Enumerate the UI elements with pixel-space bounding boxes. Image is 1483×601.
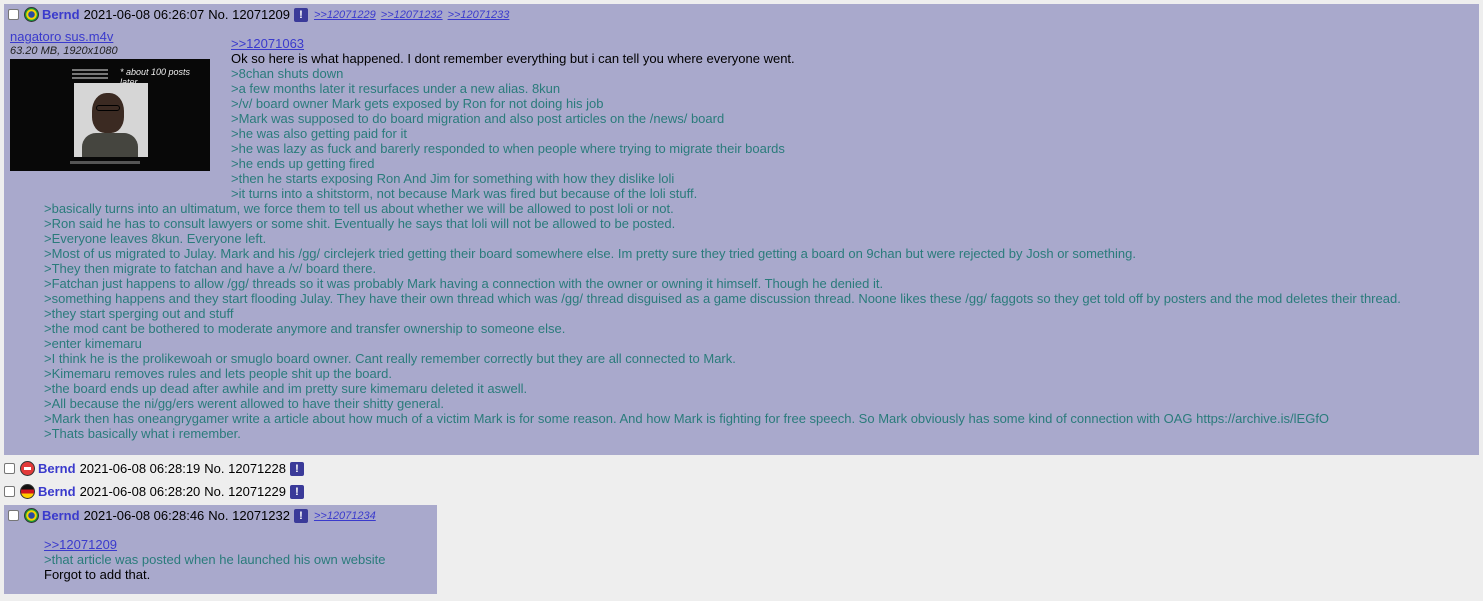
post-12071232: Bernd 2021-06-08 06:28:46 No. 12071232 !… xyxy=(4,505,437,594)
report-icon[interactable]: ! xyxy=(289,484,304,499)
report-icon[interactable]: ! xyxy=(293,508,308,523)
post-number-link[interactable]: No. 12071228 xyxy=(204,461,286,476)
post-date: 2021-06-08 06:28:46 xyxy=(83,508,205,523)
thumbnail-bottom-bar xyxy=(70,161,140,164)
poster-name: Bernd xyxy=(38,484,76,499)
post-message: >>12071209 >that article was posted when… xyxy=(44,537,385,582)
germany-flag-icon xyxy=(20,484,35,499)
greentext-line: >Mark then has oneangrygamer write a art… xyxy=(44,411,1330,426)
switzerland-flag-icon xyxy=(20,461,35,476)
post-select-checkbox[interactable] xyxy=(8,510,19,521)
greentext-line: >All because the ni/gg/ers werent allowe… xyxy=(44,396,444,411)
file-name-link[interactable]: nagatoro sus.m4v xyxy=(10,29,113,44)
post-select-checkbox[interactable] xyxy=(4,486,15,497)
greentext-line: >he was lazy as fuck and barerly respond… xyxy=(231,141,785,156)
message-line: Forgot to add that. xyxy=(44,567,151,582)
reply-link[interactable]: >>12071209 xyxy=(44,537,385,552)
greentext-line: >the board ends up dead after awhile and… xyxy=(44,381,528,396)
post-message: >>12071063 Ok so here is what happened. … xyxy=(231,36,795,201)
brazil-flag-icon xyxy=(24,7,39,22)
video-thumbnail[interactable]: * about 100 posts later... xyxy=(10,59,210,171)
post-12071228: Bernd 2021-06-08 06:28:19 No. 12071228 ! xyxy=(4,461,310,476)
greentext-line: >then he starts exposing Ron And Jim for… xyxy=(231,171,675,186)
file-info: 63.20 MB, 1920x1080 xyxy=(10,45,118,57)
greentext-line: >basically turns into an ultimatum, we f… xyxy=(44,201,674,216)
greentext-line: >/v/ board owner Mark gets exposed by Ro… xyxy=(231,96,604,111)
poster-name: Bernd xyxy=(42,7,80,22)
post-message-continued: >basically turns into an ultimatum, we f… xyxy=(44,201,1401,441)
greentext-line: >I think he is the prolikewoah or smuglo… xyxy=(44,351,736,366)
greentext-line: >Most of us migrated to Julay. Mark and … xyxy=(44,246,1136,261)
greentext-line: >it turns into a shitstorm, not because … xyxy=(231,186,698,201)
greentext-line: >they start sperging out and stuff xyxy=(44,306,234,321)
post-header: Bernd 2021-06-08 06:28:46 No. 12071232 !… xyxy=(8,508,381,523)
post-select-checkbox[interactable] xyxy=(4,463,15,474)
backlink[interactable]: >>12071229 xyxy=(314,9,376,21)
post-date: 2021-06-08 06:28:19 xyxy=(79,461,201,476)
message-line: Ok so here is what happened. I dont reme… xyxy=(231,51,795,66)
post-number-link[interactable]: No. 12071229 xyxy=(204,484,286,499)
greentext-line: >enter kimemaru xyxy=(44,336,142,351)
backlink[interactable]: >>12071234 xyxy=(314,510,376,522)
greentext-line: >a few months later it resurfaces under … xyxy=(231,81,561,96)
poster-name: Bernd xyxy=(38,461,76,476)
greentext-line: >Ron said he has to consult lawyers or s… xyxy=(44,216,676,231)
greentext-line: >Everyone leaves 8kun. Everyone left. xyxy=(44,231,267,246)
post-number-link[interactable]: No. 12071209 xyxy=(208,7,290,22)
thumbnail-person xyxy=(74,83,148,157)
report-icon[interactable]: ! xyxy=(289,461,304,476)
greentext-line: >the mod cant be bothered to moderate an… xyxy=(44,321,566,336)
reply-link[interactable]: >>12071063 xyxy=(231,36,795,51)
greentext-line: >Mark was supposed to do board migration… xyxy=(231,111,725,126)
greentext-line: >that article was posted when he launche… xyxy=(44,552,386,567)
greentext-line: >something happens and they start floodi… xyxy=(44,291,1401,306)
post-12071229: Bernd 2021-06-08 06:28:20 No. 12071229 ! xyxy=(4,484,310,499)
backlink[interactable]: >>12071232 xyxy=(381,9,443,21)
post-12071209: Bernd 2021-06-08 06:26:07 No. 12071209 !… xyxy=(4,4,1479,455)
greentext-line: >Thats basically what i remember. xyxy=(44,426,241,441)
greentext-line: >he was also getting paid for it xyxy=(231,126,407,141)
greentext-line: >Fatchan just happens to allow /gg/ thre… xyxy=(44,276,884,291)
post-select-checkbox[interactable] xyxy=(8,9,19,20)
post-number-link[interactable]: No. 12071232 xyxy=(208,508,290,523)
post-date: 2021-06-08 06:26:07 xyxy=(83,7,205,22)
greentext-line: >he ends up getting fired xyxy=(231,156,375,171)
report-icon[interactable]: ! xyxy=(293,7,308,22)
poster-name: Bernd xyxy=(42,508,80,523)
post-date: 2021-06-08 06:28:20 xyxy=(79,484,201,499)
greentext-line: >8chan shuts down xyxy=(231,66,344,81)
backlink[interactable]: >>12071233 xyxy=(448,9,510,21)
greentext-line: >They then migrate to fatchan and have a… xyxy=(44,261,377,276)
post-header: Bernd 2021-06-08 06:26:07 No. 12071209 !… xyxy=(8,7,514,22)
thumbnail-text-lines xyxy=(72,69,108,81)
brazil-flag-icon xyxy=(24,508,39,523)
greentext-line: >Kimemaru removes rules and lets people … xyxy=(44,366,392,381)
